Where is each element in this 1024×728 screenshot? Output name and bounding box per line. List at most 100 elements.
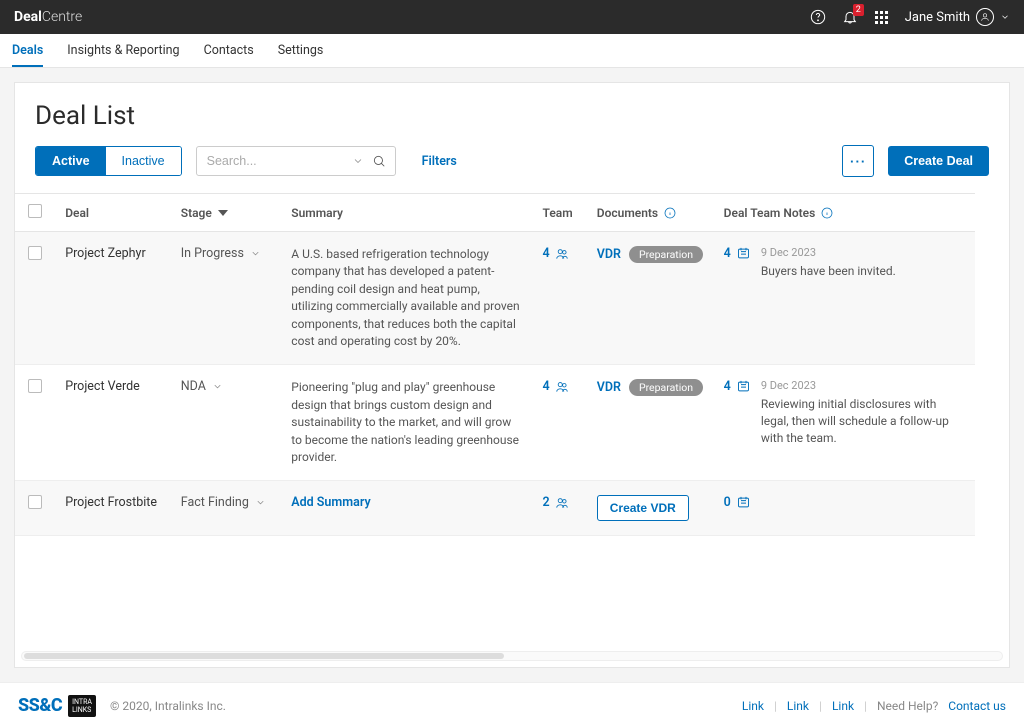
contact-link[interactable]: Contact us	[948, 699, 1006, 713]
row-checkbox[interactable]	[28, 495, 42, 509]
copyright: © 2020, Intralinks Inc.	[110, 699, 226, 713]
brand-logo: DealCentre	[14, 9, 82, 25]
info-icon	[821, 207, 833, 219]
footer-right: Link | Link | Link | Need Help? Contact …	[742, 699, 1006, 713]
notes-count[interactable]: 0	[724, 495, 751, 510]
table-row[interactable]: Project Verde NDA Pioneering "plug and p…	[15, 365, 975, 481]
deal-name: Project Verde	[65, 379, 140, 394]
notes-cell: 0	[724, 495, 965, 510]
info-icon	[664, 207, 676, 219]
segment-active[interactable]: Active	[36, 147, 106, 175]
footer-link[interactable]: Link	[787, 699, 809, 713]
footer-link[interactable]: Link	[742, 699, 764, 713]
row-checkbox[interactable]	[28, 246, 42, 260]
notes-count[interactable]: 4	[724, 379, 751, 394]
note-text: Buyers have been invited.	[761, 263, 896, 280]
footer-link[interactable]: Link	[832, 699, 854, 713]
deal-list-card: Deal List Active Inactive Filters ··· Cr…	[14, 82, 1010, 668]
user-name: Jane Smith	[905, 10, 970, 25]
notes-cell: 4 9 Dec 2023 Buyers have been invited.	[724, 246, 965, 280]
scroll-thumb[interactable]	[24, 653, 504, 659]
footer: SS&C INTRA LINKS © 2020, Intralinks Inc.…	[0, 682, 1024, 728]
select-all-checkbox[interactable]	[28, 204, 42, 218]
summary-text: Pioneering "plug and play" greenhouse de…	[291, 379, 522, 466]
team-count[interactable]: 4	[543, 379, 577, 394]
status-badge: Preparation	[629, 246, 703, 263]
top-bar: DealCentre 2 Jane Smith	[0, 0, 1024, 34]
notes-count[interactable]: 4	[724, 246, 751, 261]
user-menu[interactable]: Jane Smith	[905, 8, 1010, 26]
search-icon[interactable]	[372, 154, 386, 168]
chevron-down-icon	[1000, 12, 1010, 22]
stage-dropdown[interactable]: Fact Finding	[181, 495, 272, 510]
sort-icon	[218, 208, 228, 218]
notes-icon	[736, 495, 751, 510]
chevron-down-icon	[255, 497, 266, 508]
create-deal-button[interactable]: Create Deal	[888, 146, 989, 176]
brand-light: Centre	[42, 9, 82, 25]
notes-cell: 4 9 Dec 2023 Reviewing initial disclosur…	[724, 379, 965, 446]
status-segment: Active Inactive	[35, 146, 182, 176]
notes-icon	[736, 379, 751, 394]
row-checkbox[interactable]	[28, 379, 42, 393]
deal-name: Project Frostbite	[65, 495, 157, 510]
note-date: 9 Dec 2023	[761, 246, 896, 259]
col-stage[interactable]: Stage	[171, 194, 282, 232]
segment-inactive[interactable]: Inactive	[106, 147, 181, 175]
deals-table: Deal Stage Summary Team Documents	[15, 193, 975, 536]
nav-insights[interactable]: Insights & Reporting	[67, 34, 179, 67]
col-notes[interactable]: Deal Team Notes	[714, 194, 975, 232]
nav-settings[interactable]: Settings	[278, 34, 324, 67]
intralinks-mark: INTRA LINKS	[68, 695, 96, 717]
documents-cell: VDR Preparation	[597, 246, 704, 263]
filters-link[interactable]: Filters	[422, 154, 457, 169]
team-count[interactable]: 2	[543, 495, 577, 510]
col-summary[interactable]: Summary	[281, 194, 532, 232]
brand-bold: Deal	[14, 9, 42, 25]
add-summary-link[interactable]: Add Summary	[291, 495, 370, 510]
chevron-down-icon	[250, 248, 261, 259]
documents-cell: VDR Preparation	[597, 379, 704, 396]
team-icon	[555, 380, 569, 394]
page-title: Deal List	[35, 101, 989, 131]
help-icon[interactable]	[809, 8, 827, 26]
team-icon	[555, 496, 569, 510]
apps-icon[interactable]	[873, 8, 891, 26]
team-count[interactable]: 4	[543, 246, 577, 261]
card-header: Deal List	[15, 83, 1009, 145]
table-row[interactable]: Project Frostbite Fact Finding Add Summa…	[15, 481, 975, 536]
footer-left: SS&C INTRA LINKS © 2020, Intralinks Inc.	[18, 695, 226, 717]
deal-name: Project Zephyr	[65, 246, 146, 261]
main-nav: Deals Insights & Reporting Contacts Sett…	[0, 34, 1024, 68]
horizontal-scrollbar[interactable]	[21, 651, 1003, 661]
notifications-icon[interactable]: 2	[841, 8, 859, 26]
vdr-link[interactable]: VDR	[597, 380, 621, 395]
table-scroll[interactable]: Deal Stage Summary Team Documents	[15, 193, 1009, 645]
note-text: Reviewing initial disclosures with legal…	[761, 396, 965, 446]
col-documents[interactable]: Documents	[587, 194, 714, 232]
stage-dropdown[interactable]: NDA	[181, 379, 272, 394]
create-vdr-button[interactable]: Create VDR	[597, 495, 689, 521]
col-team[interactable]: Team	[533, 194, 587, 232]
nav-deals[interactable]: Deals	[12, 34, 43, 67]
notification-badge: 2	[853, 4, 864, 16]
ssc-mark: SS&C	[18, 695, 62, 716]
col-deal[interactable]: Deal	[55, 194, 171, 232]
summary-text: A U.S. based refrigeration technology co…	[291, 246, 522, 350]
notes-icon	[736, 246, 751, 261]
search-input[interactable]	[196, 146, 396, 176]
help-label: Need Help?	[877, 699, 938, 713]
stage-dropdown[interactable]: In Progress	[181, 246, 272, 261]
search-wrap	[196, 146, 396, 176]
status-badge: Preparation	[629, 379, 703, 396]
vdr-link[interactable]: VDR	[597, 247, 621, 262]
more-actions-button[interactable]: ···	[842, 145, 874, 177]
user-avatar-icon	[976, 8, 994, 26]
chevron-down-icon	[212, 381, 223, 392]
toolbar: Active Inactive Filters ··· Create Deal	[15, 145, 1009, 193]
nav-contacts[interactable]: Contacts	[204, 34, 254, 67]
table-row[interactable]: Project Zephyr In Progress A U.S. based …	[15, 232, 975, 365]
page-body: Deal List Active Inactive Filters ··· Cr…	[0, 68, 1024, 682]
topbar-right: 2 Jane Smith	[809, 8, 1010, 26]
note-date: 9 Dec 2023	[761, 379, 965, 392]
